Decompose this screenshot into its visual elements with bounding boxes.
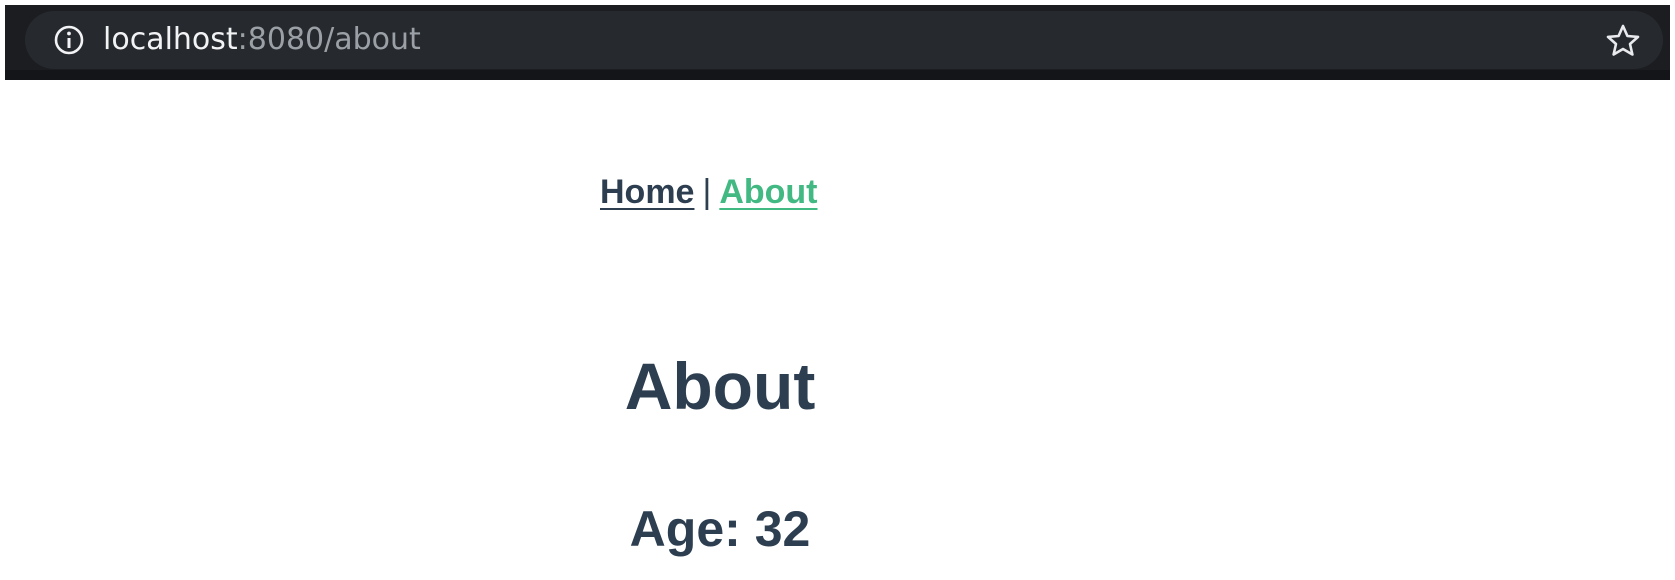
star-outline-icon[interactable]: [1605, 23, 1641, 59]
age-label: Age:: [629, 501, 741, 557]
nav-separator: |: [702, 173, 712, 211]
page-title: About: [624, 349, 816, 423]
toolbar-shadow: [5, 70, 1670, 80]
main-nav: Home | About: [600, 172, 818, 212]
url-path: :8080/about: [237, 22, 421, 57]
address-bar[interactable]: localhost:8080/about: [25, 11, 1663, 69]
age-line: Age: 32: [600, 500, 840, 558]
browser-toolbar: localhost:8080/about: [5, 5, 1670, 80]
url-text[interactable]: localhost:8080/about: [103, 23, 421, 57]
info-icon[interactable]: [53, 24, 85, 56]
nav-link-about[interactable]: About: [719, 173, 817, 211]
nav-link-home[interactable]: Home: [600, 173, 694, 211]
url-host: localhost: [103, 22, 238, 57]
age-value: 32: [754, 501, 811, 557]
